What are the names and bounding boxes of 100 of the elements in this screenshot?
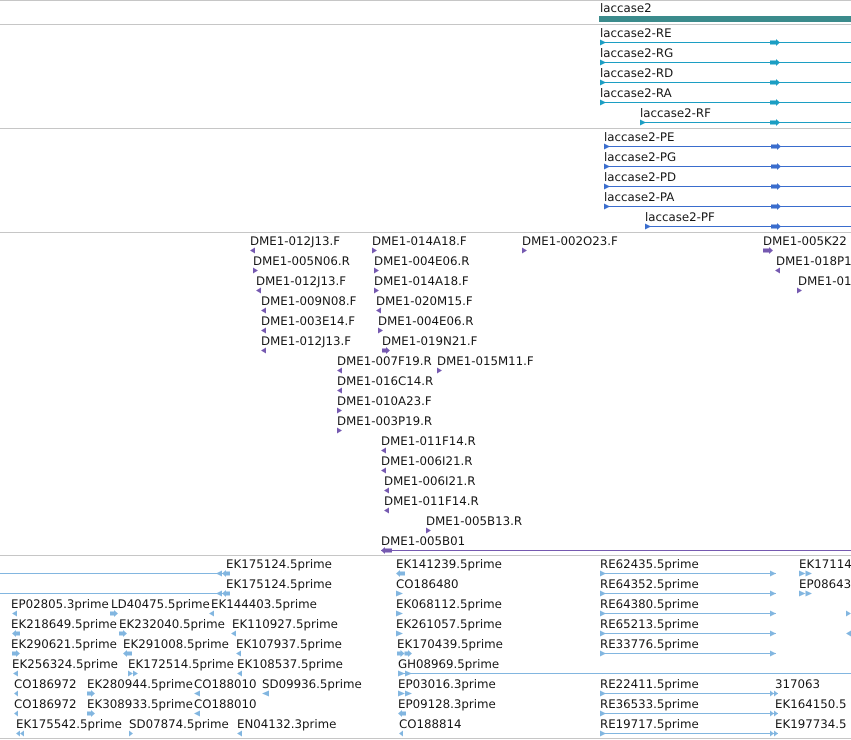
arrow-icon[interactable] [384, 487, 389, 494]
feature-label: RE62435.5prime [600, 557, 699, 571]
arrow-icon[interactable] [376, 307, 381, 314]
arrow-icon[interactable] [437, 367, 442, 374]
feature-label: EP08643 [799, 577, 851, 591]
feature-label: DME1-010A23.F [337, 394, 432, 408]
feature-label: DME1-012J13.F [261, 334, 352, 348]
feature-label: GH08969.5prime [398, 657, 500, 671]
feature-label: laccase2-PF [645, 210, 715, 224]
feature-label: DME1-005B13.R [426, 514, 522, 528]
feature-line[interactable] [604, 203, 851, 210]
arrow-icon[interactable] [256, 287, 261, 294]
arrow-icon[interactable] [250, 247, 255, 254]
feature-line[interactable] [600, 59, 851, 66]
feature-label: DME1-020M15.F [376, 294, 473, 308]
arrow-icon[interactable] [775, 267, 780, 274]
feature-label: CO188010 [194, 677, 257, 691]
feature-label: DME1-005N06.R [253, 254, 350, 268]
feature-label: EK144403.5prime [211, 597, 317, 611]
feature-label: laccase2-PE [604, 130, 674, 144]
feature-label: DME1-004E06.R [378, 314, 474, 328]
feature-label: DME1-015M11.F [437, 354, 534, 368]
feature-line[interactable] [381, 547, 851, 554]
feature-label: DME1-006I21.R [384, 474, 476, 488]
feature-label: DME1-002O23.F [522, 234, 618, 248]
feature-line[interactable] [640, 119, 851, 126]
feature-line[interactable] [604, 163, 851, 170]
arrow-icon[interactable] [522, 247, 527, 254]
feature-label: 317063 [775, 677, 820, 691]
feature-label: EK164150.5 [775, 697, 846, 711]
double-arrow-icon[interactable] [799, 570, 812, 577]
arrow-icon[interactable] [261, 327, 266, 334]
arrow-icon[interactable] [374, 267, 379, 274]
feature-label: laccase2-RG [600, 46, 674, 60]
feature-line[interactable] [604, 183, 851, 190]
feature-label: DME1-003P19.R [337, 414, 432, 428]
arrow-icon[interactable] [381, 447, 386, 454]
feature-label: EK141239.5prime [396, 557, 502, 571]
feature-label: DME1-006I21.R [381, 454, 472, 468]
feature-label: EP02805.3prime [11, 597, 109, 611]
feature-label: DME1-007F19.R [337, 354, 432, 368]
arrow-icon[interactable] [337, 387, 342, 394]
feature-label: RE64380.5prime [600, 597, 699, 611]
arrow-icon[interactable] [381, 467, 386, 474]
feature-label: LD40475.5prime [111, 597, 210, 611]
feature-label: RE22411.5prime [600, 677, 699, 691]
feature-label: EK290621.5prime [11, 637, 117, 651]
feature-label: CO188010 [194, 697, 257, 711]
feature-label: EK170439.5prime [397, 637, 503, 651]
feature-label: DME1-019N21.F [382, 334, 478, 348]
feature-label: DME1-014A18.F [374, 274, 469, 288]
feature-label: CO186972 [14, 697, 77, 711]
feature-label: DME1-014A18.F [372, 234, 467, 248]
arrow-icon[interactable] [384, 507, 389, 514]
feature-label: EK218649.5prime [11, 617, 117, 631]
feature-label: CO186972 [14, 677, 77, 691]
feature-label: SD07874.5prime [129, 717, 229, 731]
feature-label: EK197734.5 [775, 717, 846, 731]
feature-label: CO188814 [399, 717, 462, 731]
feature-label: EK068112.5prime [396, 597, 502, 611]
feature-label: laccase2-PA [604, 190, 674, 204]
feature-label: RE64352.5prime [600, 577, 699, 591]
feature-label: EK280944.5prime [87, 677, 193, 691]
feature-line[interactable] [645, 223, 851, 230]
double-arrow-icon[interactable] [128, 670, 138, 677]
feature-line[interactable] [604, 143, 851, 150]
double-arrow-icon[interactable] [799, 590, 812, 597]
arrow-icon[interactable] [382, 347, 390, 354]
feature-label: EK175124.5prime [226, 577, 332, 591]
feature-label: laccase2-RF [640, 106, 711, 120]
arrow-icon[interactable] [337, 367, 342, 374]
arrow-icon[interactable] [261, 347, 266, 354]
arrow-icon[interactable] [797, 287, 802, 294]
arrow-icon[interactable] [337, 427, 342, 434]
arrow-icon[interactable] [763, 247, 773, 254]
arrow-icon[interactable] [337, 407, 342, 414]
arrow-icon[interactable] [378, 327, 383, 334]
feature-label: laccase2-RA [600, 86, 672, 100]
feature-label: RE33776.5prime [600, 637, 699, 651]
feature-label: EK256324.5prime [12, 657, 118, 671]
arrow-icon[interactable] [261, 307, 266, 314]
feature-line[interactable] [600, 39, 851, 46]
arrow-icon[interactable] [374, 287, 379, 294]
arrow-icon[interactable] [426, 527, 431, 534]
feature-label: EP03016.3prime [398, 677, 496, 691]
feature-label: DME1-009N08.F [261, 294, 356, 308]
feature-label: DME1-004E06.R [374, 254, 470, 268]
arrow-icon[interactable] [372, 247, 377, 254]
double-arrow-icon[interactable] [16, 730, 24, 737]
feature-label: EK175124.5prime [226, 557, 332, 571]
double-arrow-icon[interactable] [398, 690, 412, 697]
feature-label: EK261057.5prime [396, 617, 502, 631]
feature-label: EN04132.3prime [237, 717, 336, 731]
double-arrow-icon[interactable] [397, 650, 412, 657]
arrow-icon[interactable] [253, 267, 258, 274]
feature-label: DME1-005B01 [381, 534, 466, 548]
feature-line[interactable] [600, 79, 851, 86]
feature-line[interactable] [600, 99, 851, 106]
feature-label: RE65213.5prime [600, 617, 699, 631]
feature-label: EK110927.5prime [232, 617, 338, 631]
